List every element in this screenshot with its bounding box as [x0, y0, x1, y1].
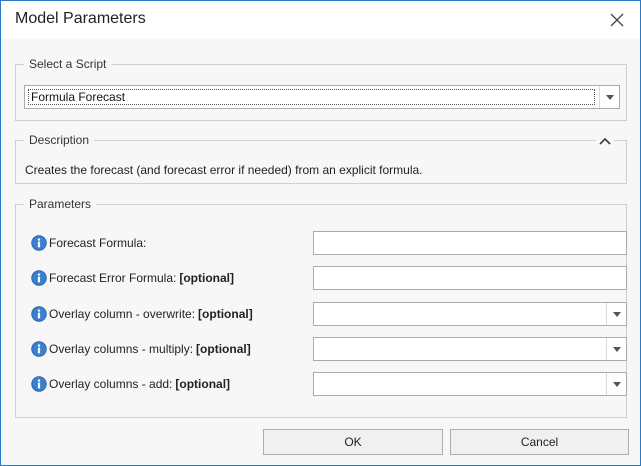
param-label-text: Overlay columns - multiply: — [49, 342, 194, 356]
close-button[interactable] — [604, 7, 630, 33]
optional-tag: [optional] — [198, 307, 253, 321]
param-label-text: Forecast Error Formula: — [49, 271, 177, 285]
description-text: Creates the forecast (and forecast error… — [25, 163, 423, 177]
overlay-add-select[interactable] — [313, 372, 627, 396]
description-collapse-button[interactable] — [596, 133, 614, 149]
optional-tag: [optional] — [196, 342, 251, 356]
script-select[interactable]: Formula Forecast — [24, 85, 620, 109]
param-label-text: Forecast Formula: — [49, 236, 147, 250]
param-row-overlay-add: Overlay columns - add: [optional] — [31, 372, 627, 396]
param-label: Overlay column - overwrite: [optional] — [31, 302, 253, 326]
dialog-title: Model Parameters — [15, 10, 146, 27]
forecast-formula-input[interactable] — [313, 231, 627, 255]
select-script-legend: Select a Script — [24, 56, 112, 72]
param-row-overlay-overwrite: Overlay column - overwrite: [optional] — [31, 302, 627, 326]
info-icon[interactable] — [31, 235, 47, 251]
param-row-forecast-formula: Forecast Formula: — [31, 231, 627, 255]
info-icon[interactable] — [31, 376, 47, 392]
overlay-multiply-dropdown-button[interactable] — [606, 338, 626, 360]
script-select-value: Formula Forecast — [28, 89, 595, 105]
param-label: Overlay columns - multiply: [optional] — [31, 337, 251, 361]
select-script-group: Select a Script Formula Forecast — [15, 56, 627, 121]
optional-tag: [optional] — [179, 271, 235, 285]
chevron-down-icon — [605, 94, 614, 100]
overlay-multiply-select[interactable] — [313, 337, 627, 361]
param-label-text: Overlay column - overwrite: — [49, 307, 196, 321]
param-label: Forecast Error Formula: [optional] — [31, 266, 234, 290]
description-legend: Description — [24, 132, 95, 148]
overlay-overwrite-dropdown-button[interactable] — [606, 303, 626, 325]
overlay-overwrite-select[interactable] — [313, 302, 627, 326]
param-row-forecast-error-formula: Forecast Error Formula: [optional] — [31, 266, 627, 290]
parameters-legend: Parameters — [24, 196, 97, 212]
chevron-up-icon — [599, 137, 611, 145]
optional-tag: [optional] — [175, 377, 231, 391]
chevron-down-icon — [612, 311, 621, 317]
model-parameters-dialog: Model Parameters Select a Script Formula… — [0, 0, 641, 466]
close-icon — [610, 13, 624, 27]
ok-button[interactable]: OK — [263, 429, 443, 455]
info-icon[interactable] — [31, 306, 47, 322]
param-label: Forecast Formula: — [31, 231, 146, 255]
chevron-down-icon — [612, 381, 621, 387]
param-row-overlay-multiply: Overlay columns - multiply: [optional] — [31, 337, 627, 361]
chevron-down-icon — [612, 346, 621, 352]
cancel-button[interactable]: Cancel — [450, 429, 629, 455]
param-label: Overlay columns - add: [optional] — [31, 372, 230, 396]
info-icon[interactable] — [31, 341, 47, 357]
info-icon[interactable] — [31, 270, 47, 286]
forecast-error-formula-input[interactable] — [313, 266, 627, 290]
param-label-text: Overlay columns - add: — [49, 377, 173, 391]
script-select-dropdown-button[interactable] — [599, 86, 619, 108]
title-bar: Model Parameters — [1, 1, 640, 39]
description-group: Description Creates the forecast (and fo… — [15, 132, 627, 184]
overlay-add-dropdown-button[interactable] — [606, 373, 626, 395]
parameters-group: Parameters Forecast Formula: Forecast Er… — [15, 196, 627, 418]
